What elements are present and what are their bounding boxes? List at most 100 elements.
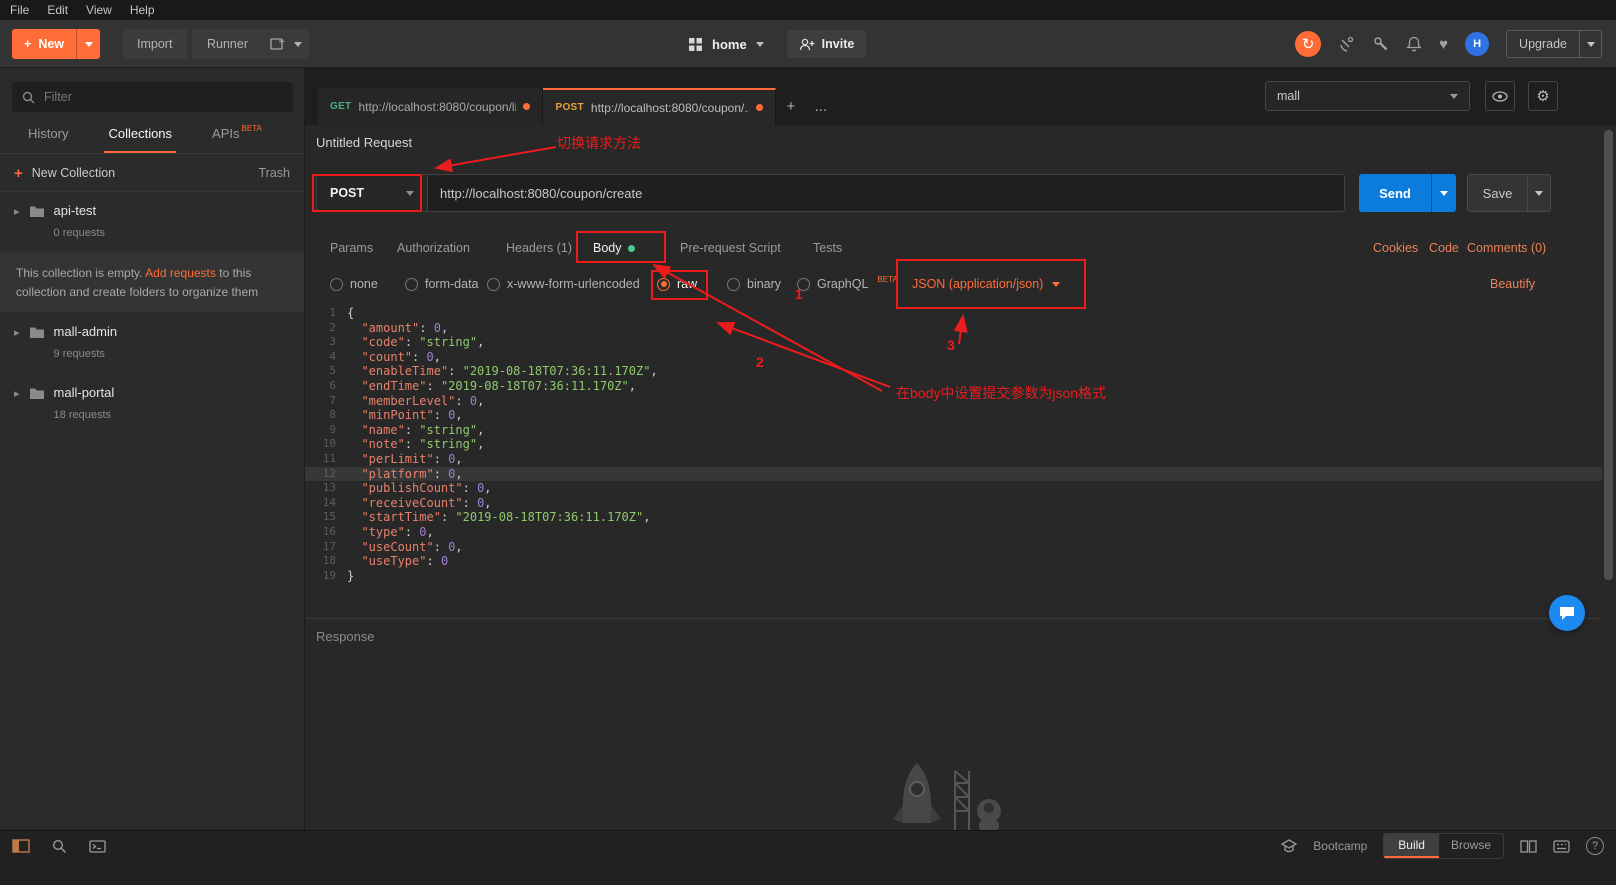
code-line[interactable]: 3 "code": "string", (305, 335, 1602, 350)
build-button[interactable]: Build (1384, 834, 1439, 858)
send-options-caret[interactable] (1431, 174, 1456, 212)
code-lines[interactable]: 1{2 "amount": 0, 3 "code": "string", 4 "co… (305, 306, 1602, 583)
tab-authorization[interactable]: Authorization (397, 241, 470, 255)
body-mode-binary[interactable]: binary (727, 277, 781, 291)
cookies-link[interactable]: Cookies (1373, 241, 1418, 255)
beautify-link[interactable]: Beautify (1490, 277, 1535, 291)
open-new-tab-button[interactable]: + (776, 88, 806, 125)
bootcamp-icon[interactable] (1281, 839, 1298, 853)
tab-options-button[interactable]: ... (806, 88, 836, 125)
bell-icon[interactable] (1406, 36, 1422, 52)
runner-button[interactable]: Runner (192, 29, 263, 59)
url-input[interactable]: http://localhost:8080/coupon/create (428, 174, 1345, 212)
bootcamp-button[interactable]: Bootcamp (1313, 839, 1367, 853)
code-line[interactable]: 5 "enableTime": "2019-08-18T07:36:11.170… (305, 364, 1602, 379)
content-type-select[interactable]: JSON (application/json) (912, 277, 1061, 291)
code-line[interactable]: 11 "perLimit": 0, (305, 452, 1602, 467)
tab-collections[interactable]: Collections (104, 114, 176, 153)
invite-button[interactable]: Invite (786, 30, 867, 58)
comments-link[interactable]: Comments (0) (1467, 241, 1546, 255)
new-window-button[interactable] (262, 29, 310, 59)
upgrade-caret[interactable] (1579, 30, 1601, 58)
workspace-caret-icon[interactable] (755, 41, 764, 47)
code-line[interactable]: 17 "useCount": 0, (305, 540, 1602, 555)
code-line[interactable]: 7 "memberLevel": 0, (305, 394, 1602, 409)
code-line[interactable]: 13 "publishCount": 0, (305, 481, 1602, 496)
caret-right-icon[interactable]: ▸ (14, 387, 20, 400)
code-line[interactable]: 14 "receiveCount": 0, (305, 496, 1602, 511)
code-line[interactable]: 18 "useType": 0 (305, 554, 1602, 569)
new-button-caret[interactable] (76, 29, 100, 59)
filter-input[interactable] (44, 90, 283, 104)
code-line[interactable]: 16 "type": 0, (305, 525, 1602, 540)
request-tab-post[interactable]: POST http://localhost:8080/coupon/... (543, 88, 776, 125)
trash-button[interactable]: Trash (259, 166, 291, 180)
tab-pre-request-script[interactable]: Pre-request Script (680, 241, 781, 255)
code-line[interactable]: 15 "startTime": "2019-08-18T07:36:11.170… (305, 510, 1602, 525)
keyboard-shortcuts-icon[interactable] (1553, 839, 1570, 853)
mode-label: x-www-form-urlencoded (507, 277, 640, 291)
mode-label: none (350, 277, 378, 291)
collection-row-mall-portal[interactable]: ▸ mall-portal 18 requests (0, 374, 304, 436)
request-title[interactable]: Untitled Request (316, 135, 412, 150)
tab-apis[interactable]: APIs BETA (212, 114, 262, 153)
add-requests-link[interactable]: Add requests (145, 266, 216, 280)
upgrade-button[interactable]: Upgrade (1506, 30, 1602, 58)
menu-view[interactable]: View (86, 3, 112, 17)
find-icon[interactable] (52, 839, 67, 854)
method-select[interactable]: POST (316, 174, 428, 212)
save-button[interactable]: Save (1467, 174, 1551, 212)
save-options-caret[interactable] (1527, 175, 1550, 211)
tab-headers[interactable]: Headers (1) (506, 241, 572, 255)
tab-tests[interactable]: Tests (813, 241, 842, 255)
wrench-icon[interactable] (1373, 36, 1389, 52)
menu-edit[interactable]: Edit (47, 3, 68, 17)
send-button[interactable]: Send (1359, 174, 1456, 212)
workspace-name[interactable]: home (712, 37, 747, 52)
body-mode-raw[interactable]: raw (657, 277, 697, 291)
code-link[interactable]: Code (1429, 241, 1459, 255)
new-button[interactable]: + New (12, 29, 101, 59)
code-line[interactable]: 2 "amount": 0, (305, 321, 1602, 336)
code-line[interactable]: 12 "platform": 0, (305, 466, 1602, 482)
collection-row-api-test[interactable]: ▸ api-test 0 requests (0, 192, 304, 253)
code-line[interactable]: 8 "minPoint": 0, (305, 408, 1602, 423)
caret-right-icon[interactable]: ▸ (14, 205, 20, 218)
code-line[interactable]: 19} (305, 569, 1602, 584)
avatar[interactable]: H (1465, 32, 1490, 56)
tab-body[interactable]: Body (593, 241, 635, 255)
body-mode-graphql[interactable]: GraphQL BETA (797, 275, 898, 291)
line-content: "minPoint": 0, (361, 408, 463, 423)
help-button[interactable]: ? (1586, 837, 1604, 855)
two-pane-view-icon[interactable] (1520, 839, 1537, 853)
body-mode-urlencoded[interactable]: x-www-form-urlencoded (487, 277, 640, 291)
body-mode-form-data[interactable]: form-data (405, 277, 479, 291)
import-button[interactable]: Import (122, 29, 188, 59)
code-line[interactable]: 4 "count": 0, (305, 350, 1602, 365)
request-tab-get[interactable]: GET http://localhost:8080/coupon/li... (318, 88, 544, 125)
code-line[interactable]: 6 "endTime": "2019-08-18T07:36:11.170Z", (305, 379, 1602, 394)
environment-selector[interactable]: mall (1265, 81, 1470, 111)
interceptor-satellite-icon[interactable] (1338, 36, 1356, 52)
code-line[interactable]: 10 "note": "string", (305, 437, 1602, 452)
menu-file[interactable]: File (10, 3, 29, 17)
help-chat-bubble[interactable] (1549, 595, 1585, 631)
environment-quick-look-button[interactable] (1485, 81, 1515, 111)
tab-params[interactable]: Params (330, 241, 373, 255)
browse-button[interactable]: Browse (1439, 834, 1503, 858)
new-collection-button[interactable]: New Collection (32, 166, 115, 180)
vertical-scrollbar[interactable] (1604, 130, 1613, 580)
body-mode-none[interactable]: none (330, 277, 378, 291)
collection-row-mall-admin[interactable]: ▸ mall-admin 9 requests (0, 313, 304, 375)
settings-button[interactable]: ⚙ (1528, 81, 1558, 111)
code-line[interactable]: 9 "name": "string", (305, 423, 1602, 438)
code-line[interactable]: 1{ (305, 306, 1602, 321)
tab-history[interactable]: History (28, 114, 68, 153)
heart-icon[interactable]: ♥ (1439, 36, 1448, 53)
sidebar-toggle-icon[interactable] (12, 839, 30, 853)
sync-icon[interactable]: ↻ (1295, 31, 1322, 57)
caret-right-icon[interactable]: ▸ (14, 326, 20, 339)
menu-help[interactable]: Help (130, 3, 155, 17)
workspace-grid-icon[interactable] (688, 37, 703, 52)
console-icon[interactable] (89, 839, 106, 853)
